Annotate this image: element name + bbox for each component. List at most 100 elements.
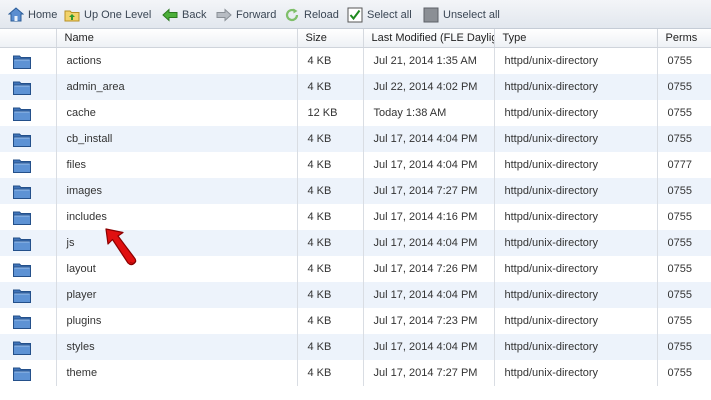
table-row[interactable]: styles 4 KB Jul 17, 2014 4:04 PM httpd/unix…: [0, 334, 711, 360]
folder-icon[interactable]: [0, 74, 57, 100]
file-size: 4 KB: [297, 334, 364, 360]
file-name[interactable]: cache: [56, 100, 298, 126]
file-type: httpd/unix-directory: [494, 47, 658, 74]
reload-label: Reload: [304, 9, 339, 21]
file-size: 4 KB: [297, 178, 364, 204]
folder-icon[interactable]: [0, 204, 57, 230]
table-row[interactable]: player 4 KB Jul 17, 2014 4:04 PM httpd/unix…: [0, 282, 711, 308]
folder-icon[interactable]: [0, 256, 57, 282]
file-modified: Jul 17, 2014 7:27 PM: [363, 360, 495, 386]
column-header-type[interactable]: Type: [494, 29, 658, 48]
file-name[interactable]: images: [56, 178, 298, 204]
file-type: httpd/unix-directory: [494, 152, 658, 178]
file-name[interactable]: files: [56, 152, 298, 178]
file-type: httpd/unix-directory: [494, 308, 658, 334]
column-header-icon[interactable]: [0, 29, 57, 48]
column-header-last-modified[interactable]: Last Modified (FLE Daylig: [363, 29, 495, 48]
file-modified: Jul 17, 2014 4:04 PM: [363, 230, 495, 256]
up-one-level-button[interactable]: Up One Level: [64, 6, 151, 24]
file-perms: 0755: [657, 178, 711, 204]
file-type: httpd/unix-directory: [494, 230, 658, 256]
file-size: 12 KB: [297, 100, 364, 126]
folder-icon[interactable]: [0, 308, 57, 334]
file-name[interactable]: admin_area: [56, 74, 298, 100]
file-perms: 0755: [657, 230, 711, 256]
file-size: 4 KB: [297, 230, 364, 256]
folder-icon[interactable]: [0, 360, 57, 386]
folder-icon[interactable]: [0, 47, 57, 74]
home-icon: [8, 7, 24, 23]
file-size: 4 KB: [297, 256, 364, 282]
reload-icon: [284, 7, 300, 23]
folder-icon[interactable]: [0, 334, 57, 360]
folder-icon[interactable]: [0, 152, 57, 178]
file-type: httpd/unix-directory: [494, 204, 658, 230]
table-row[interactable]: actions 4 KB Jul 21, 2014 1:35 AM httpd/uni…: [0, 47, 711, 74]
table-row[interactable]: cb_install 4 KB Jul 17, 2014 4:04 PM httpd/…: [0, 126, 711, 152]
file-name[interactable]: plugins: [56, 308, 298, 334]
table-row[interactable]: admin_area 4 KB Jul 22, 2014 4:02 PM httpd/…: [0, 74, 711, 100]
reload-button[interactable]: Reload: [284, 6, 339, 24]
file-perms: 0755: [657, 74, 711, 100]
file-name[interactable]: actions: [56, 47, 298, 74]
table-row[interactable]: files 4 KB Jul 17, 2014 4:04 PM httpd/unix-…: [0, 152, 711, 178]
folder-icon[interactable]: [0, 126, 57, 152]
file-perms: 0755: [657, 308, 711, 334]
file-perms: 0777: [657, 152, 711, 178]
file-name[interactable]: player: [56, 282, 298, 308]
file-perms: 0755: [657, 47, 711, 74]
home-button[interactable]: Home: [8, 6, 57, 24]
file-modified: Jul 17, 2014 4:04 PM: [363, 282, 495, 308]
file-size: 4 KB: [297, 282, 364, 308]
unselect-all-button[interactable]: Unselect all: [423, 6, 500, 24]
header-row: Name Size Last Modified (FLE Daylig Type…: [0, 29, 711, 48]
folder-icon[interactable]: [0, 178, 57, 204]
toolbar: Home Up One Level Back Forward Reload Se…: [0, 0, 711, 29]
file-size: 4 KB: [297, 308, 364, 334]
file-perms: 0755: [657, 334, 711, 360]
table-row[interactable]: plugins 4 KB Jul 17, 2014 7:23 PM httpd/uni…: [0, 308, 711, 334]
folder-icon[interactable]: [0, 230, 57, 256]
column-header-perms[interactable]: Perms: [657, 29, 711, 48]
column-header-size[interactable]: Size: [297, 29, 364, 48]
back-button[interactable]: Back: [162, 6, 206, 24]
file-type: httpd/unix-directory: [494, 100, 658, 126]
file-name[interactable]: includes: [56, 204, 298, 230]
file-type: httpd/unix-directory: [494, 178, 658, 204]
file-modified: Jul 21, 2014 1:35 AM: [363, 47, 495, 74]
file-modified: Jul 17, 2014 7:26 PM: [363, 256, 495, 282]
folder-icon[interactable]: [0, 282, 57, 308]
file-perms: 0755: [657, 100, 711, 126]
file-name[interactable]: layout: [56, 256, 298, 282]
forward-button[interactable]: Forward: [216, 6, 276, 24]
file-type: httpd/unix-directory: [494, 360, 658, 386]
checkbox-checked-icon: [347, 7, 363, 23]
file-name[interactable]: js: [56, 230, 298, 256]
file-modified: Jul 17, 2014 7:27 PM: [363, 178, 495, 204]
file-name[interactable]: cb_install: [56, 126, 298, 152]
file-type: httpd/unix-directory: [494, 126, 658, 152]
file-perms: 0755: [657, 360, 711, 386]
file-modified: Jul 17, 2014 4:16 PM: [363, 204, 495, 230]
table-row[interactable]: theme 4 KB Jul 17, 2014 7:27 PM httpd/unix-…: [0, 360, 711, 386]
table-row[interactable]: images 4 KB Jul 17, 2014 7:27 PM httpd/unix…: [0, 178, 711, 204]
file-modified: Today 1:38 AM: [363, 100, 495, 126]
home-label: Home: [28, 9, 58, 21]
select-all-button[interactable]: Select all: [347, 6, 412, 24]
folder-up-icon: [64, 7, 80, 23]
file-perms: 0755: [657, 204, 711, 230]
table-row[interactable]: cache 12 KB Today 1:38 AM httpd/unix-direct…: [0, 100, 711, 126]
file-size: 4 KB: [297, 47, 364, 74]
file-table: Name Size Last Modified (FLE Daylig Type…: [0, 29, 711, 386]
file-name[interactable]: styles: [56, 334, 298, 360]
file-size: 4 KB: [297, 204, 364, 230]
select-all-label: Select all: [367, 9, 412, 21]
column-header-name[interactable]: Name: [56, 29, 298, 48]
file-grid: Name Size Last Modified (FLE Daylig Type…: [0, 29, 711, 400]
file-size: 4 KB: [297, 126, 364, 152]
file-perms: 0755: [657, 282, 711, 308]
file-name[interactable]: theme: [56, 360, 298, 386]
file-modified: Jul 17, 2014 4:04 PM: [363, 152, 495, 178]
folder-icon[interactable]: [0, 100, 57, 126]
file-modified: Jul 17, 2014 4:04 PM: [363, 126, 495, 152]
